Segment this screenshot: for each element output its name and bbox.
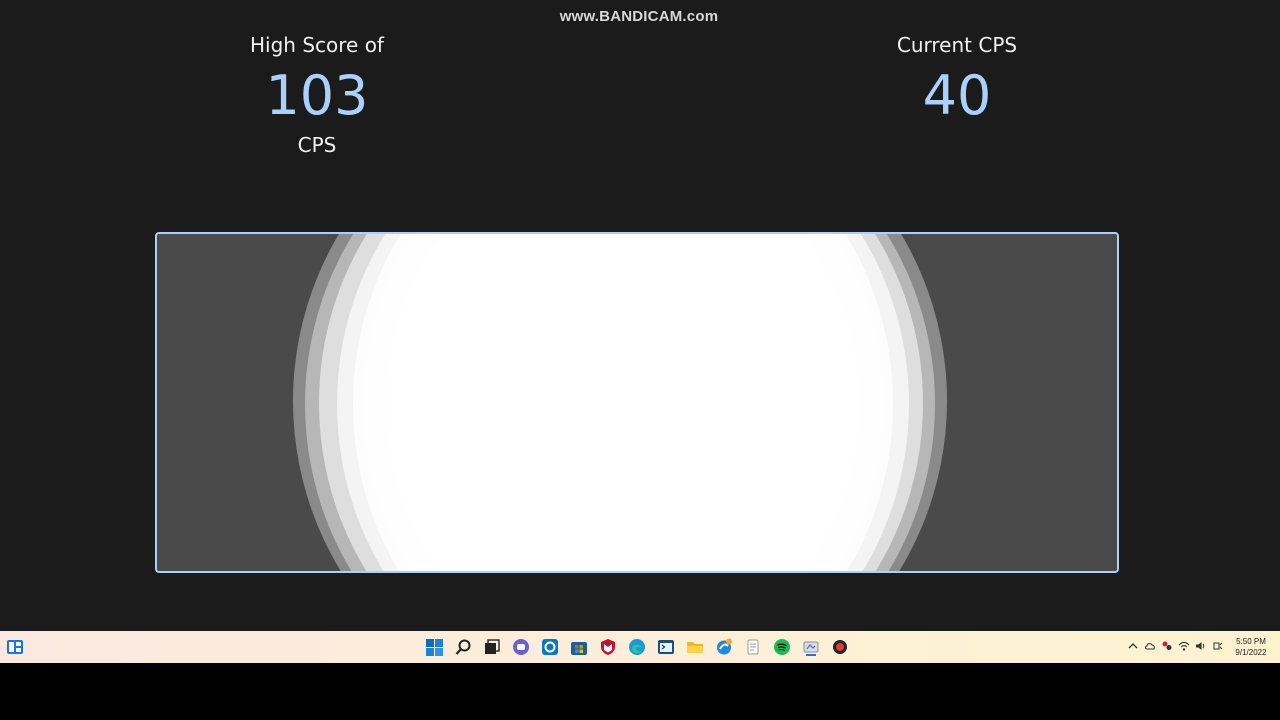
taskbar-pinned-apps xyxy=(422,635,852,659)
edge-icon[interactable] xyxy=(625,635,649,659)
letterbox-bar xyxy=(0,663,1280,720)
store-icon[interactable] xyxy=(567,635,591,659)
app-window-icon[interactable] xyxy=(799,635,823,659)
battery-icon[interactable] xyxy=(1211,639,1224,653)
browser-icon[interactable] xyxy=(712,635,736,659)
chevron-up-icon[interactable] xyxy=(1126,639,1139,653)
widgets-icon[interactable] xyxy=(6,638,24,656)
system-tray xyxy=(1126,639,1224,653)
chat-icon[interactable] xyxy=(509,635,533,659)
click-area[interactable] xyxy=(155,232,1119,573)
high-score-unit: CPS xyxy=(297,133,337,157)
clock-time: 5:50 PM xyxy=(1236,637,1266,646)
app-icon[interactable] xyxy=(538,635,562,659)
task-view-icon[interactable] xyxy=(480,635,504,659)
clock-date: 9/1/2022 xyxy=(1235,648,1267,657)
click-ripple-core xyxy=(353,234,893,571)
cloud-icon[interactable] xyxy=(1143,639,1156,653)
file-explorer-icon[interactable] xyxy=(683,635,707,659)
wifi-icon[interactable] xyxy=(1177,639,1190,653)
search-icon[interactable] xyxy=(451,635,475,659)
taskbar: 5:50 PM 9/1/2022 xyxy=(0,631,1280,663)
network-icon[interactable] xyxy=(1160,639,1173,653)
high-score-value: 103 xyxy=(265,64,369,127)
volume-icon[interactable] xyxy=(1194,639,1207,653)
spotify-icon[interactable] xyxy=(770,635,794,659)
terminal-icon[interactable] xyxy=(654,635,678,659)
current-cps-panel: Current CPS 40 xyxy=(807,30,1107,128)
notepad-icon[interactable] xyxy=(741,635,765,659)
taskbar-clock[interactable]: 5:50 PM 9/1/2022 xyxy=(1228,636,1274,658)
windows-start-icon[interactable] xyxy=(422,635,446,659)
high-score-panel: High Score of 103 CPS xyxy=(167,30,467,160)
current-cps-label: Current CPS xyxy=(896,33,1018,57)
high-score-label: High Score of xyxy=(250,33,384,57)
bandicam-watermark: www.BANDICAM.com xyxy=(559,8,719,25)
app-window: www.BANDICAM.com High Score of 103 CPS C… xyxy=(0,0,1280,631)
record-icon[interactable] xyxy=(828,635,852,659)
current-cps-value: 40 xyxy=(922,64,992,127)
mcafee-icon[interactable] xyxy=(596,635,620,659)
